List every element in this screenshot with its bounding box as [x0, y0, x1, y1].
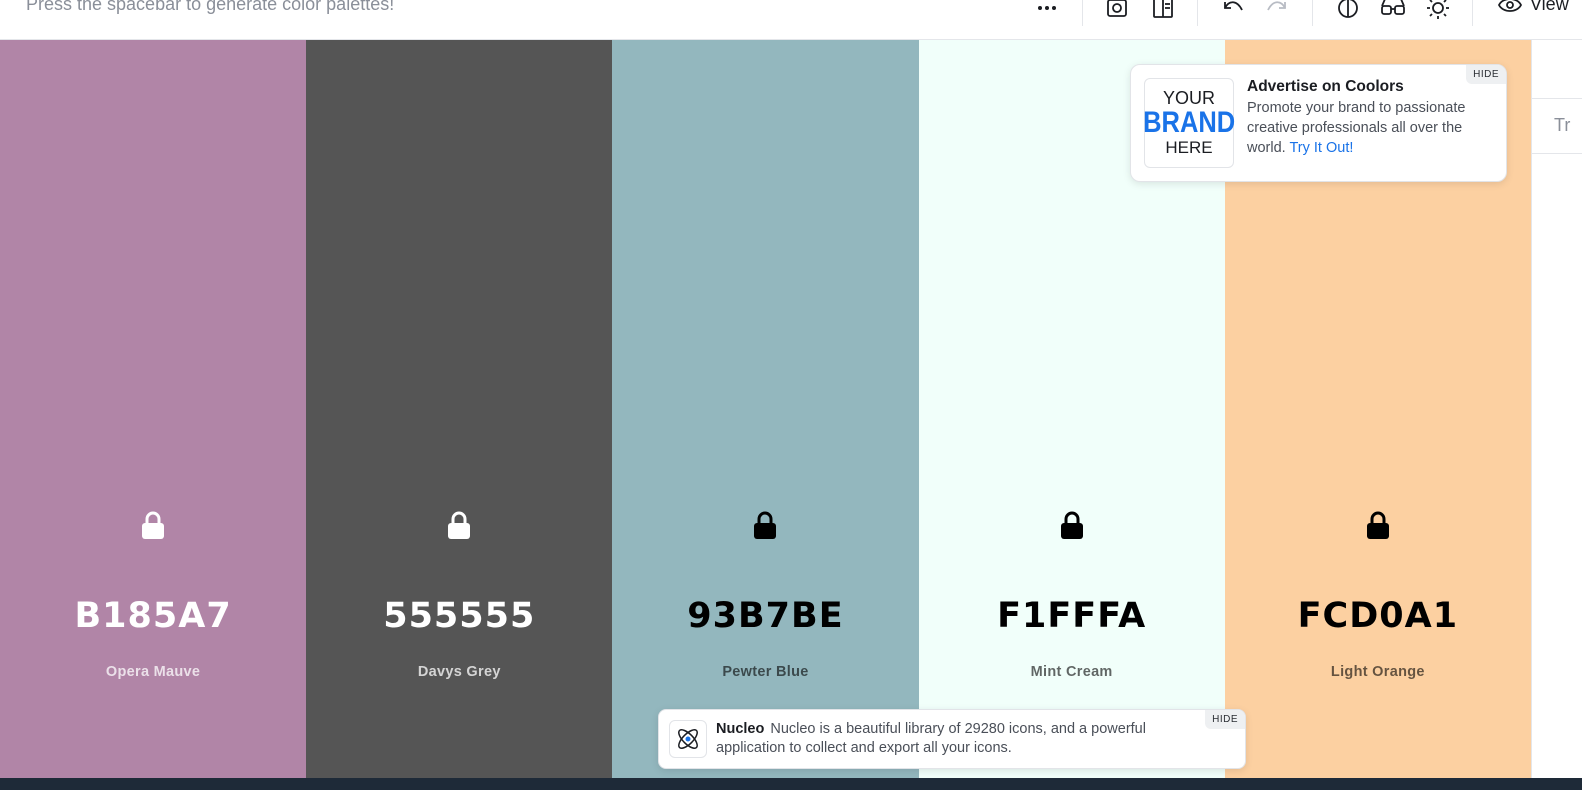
lock-icon	[142, 511, 165, 539]
camera-icon	[1107, 0, 1127, 17]
view-button[interactable]: View	[1498, 0, 1569, 15]
nucleo-logo[interactable]	[669, 720, 707, 758]
nucleo-ad-text: Nucleo Nucleo is a beautiful library of 2…	[716, 720, 1146, 758]
glasses-icon	[1381, 0, 1405, 15]
color-blindness-button[interactable]	[1380, 0, 1406, 20]
lock-button[interactable]	[1365, 510, 1391, 540]
hide-nucleo-ad-button[interactable]: HIDE	[1205, 710, 1245, 729]
color-name: Light Orange	[1330, 664, 1425, 680]
contrast-button[interactable]	[1335, 0, 1361, 20]
color-swatch[interactable]: B185A7 Opera Mauve	[0, 40, 307, 790]
hex-code[interactable]: F1FFFA	[919, 596, 1225, 636]
side-panel-tab[interactable]: Tr	[1532, 98, 1582, 154]
contrast-icon	[1338, 0, 1358, 18]
redo-icon	[1267, 1, 1286, 11]
redo-button[interactable]	[1264, 0, 1290, 20]
brand-line-3: HERE	[1165, 138, 1213, 157]
lock-button[interactable]	[140, 510, 166, 540]
color-name: Davys Grey	[417, 664, 501, 680]
sun-icon	[1427, 0, 1449, 19]
side-panel-tab-label: Tr	[1554, 115, 1571, 135]
advertise-card: HIDE YOUR BRAND HERE Advertise on Coolor…	[1130, 64, 1507, 182]
quick-view-button[interactable]	[1104, 0, 1130, 20]
brand-line-1: YOUR	[1162, 88, 1215, 108]
undo-icon	[1224, 1, 1243, 11]
hex-code[interactable]: FCD0A1	[1225, 596, 1531, 636]
eye-icon	[1498, 0, 1522, 12]
color-name: Pewter Blue	[722, 664, 809, 680]
nucleo-title: Nucleo	[716, 721, 765, 737]
ad-title: Advertise on Coolors	[1247, 78, 1404, 95]
hex-code[interactable]: 93B7BE	[612, 596, 918, 636]
toolbar: Press the spacebar to generate color pal…	[0, 0, 1582, 40]
theme-toggle-button[interactable]	[1425, 0, 1451, 20]
lock-icon	[1366, 511, 1389, 539]
lock-icon	[754, 511, 777, 539]
nucleo-ad-card: HIDE Nucleo Nucleo is a beautiful library…	[658, 709, 1246, 769]
brand-line-2: BRAND	[1142, 106, 1236, 139]
color-name: Opera Mauve	[105, 664, 201, 680]
lock-icon	[448, 511, 471, 539]
toolbar-divider	[1312, 0, 1313, 26]
lock-button[interactable]	[752, 510, 778, 540]
hide-ad-button[interactable]: HIDE	[1466, 65, 1506, 84]
color-swatch[interactable]: 93B7BE Pewter Blue	[612, 40, 919, 790]
spacebar-hint: Press the spacebar to generate color pal…	[26, 0, 395, 14]
lock-icon	[1060, 511, 1083, 539]
bottom-strip	[0, 778, 1582, 790]
undo-button[interactable]	[1220, 0, 1246, 20]
try-it-out-link[interactable]: Try It Out!	[1289, 140, 1353, 156]
toolbar-divider	[1472, 0, 1473, 26]
nucleo-body: Nucleo is a beautiful library of 29280 i…	[716, 721, 1146, 756]
view-label: View	[1530, 0, 1569, 14]
lock-button[interactable]	[1059, 510, 1085, 540]
color-swatch[interactable]: 555555 Davys Grey	[306, 40, 613, 790]
toolbar-divider	[1082, 0, 1083, 26]
ad-body: Promote your brand to passionate creativ…	[1247, 98, 1497, 158]
palette-library-button[interactable]	[1150, 0, 1176, 20]
book-icon	[1153, 0, 1173, 18]
more-options-button[interactable]	[1034, 0, 1060, 20]
lock-button[interactable]	[446, 510, 472, 540]
ad-body-text: Promote your brand to passionate creativ…	[1247, 100, 1466, 156]
side-panel: Tr	[1531, 40, 1582, 790]
hex-code[interactable]: 555555	[306, 596, 612, 636]
atom-icon	[678, 729, 698, 749]
more-icon	[1038, 6, 1056, 10]
color-name: Mint Cream	[1030, 664, 1113, 680]
toolbar-divider	[1197, 0, 1198, 26]
hex-code[interactable]: B185A7	[0, 596, 306, 636]
brand-placeholder-logo[interactable]: YOUR BRAND HERE	[1142, 78, 1236, 168]
